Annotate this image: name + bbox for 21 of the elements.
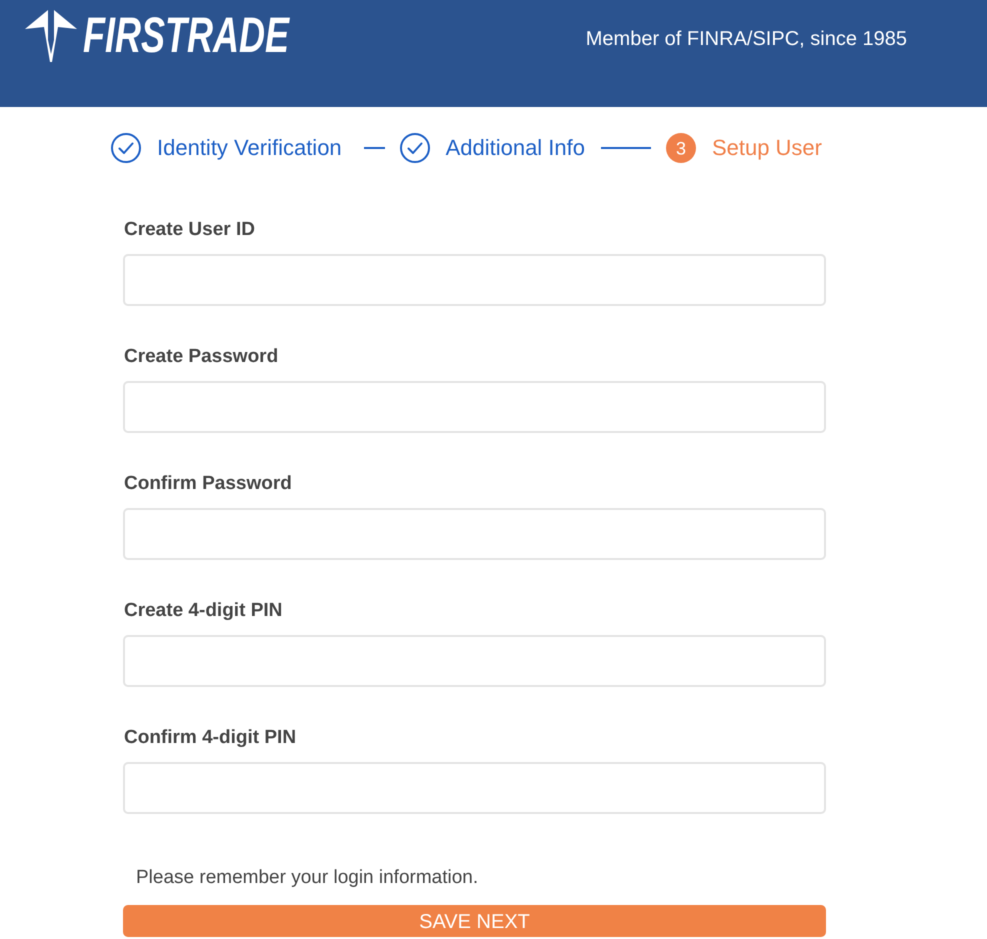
field-label: Create 4-digit PIN [123,599,282,623]
input-field[interactable] [123,381,826,433]
input-field[interactable] [123,635,826,687]
input-field[interactable] [123,762,826,814]
field-label: Confirm 4-digit PIN [123,726,296,750]
step-label: Setup User [712,134,822,162]
logo-arrow-icon [25,10,77,62]
step-label: Identity Verification [157,134,342,162]
tagline: Member of FINRA/SIPC, since 1985 [586,27,907,51]
field-label: Create User ID [123,218,255,242]
input-field[interactable] [123,254,826,306]
field-label: Confirm Password [123,472,292,496]
step-connector [364,147,385,149]
step-number-icon: 3 [666,133,696,163]
step-connector [601,147,651,149]
logo-text: FIRSTRADE [83,10,289,60]
info-note: Please remember your login information. [136,866,478,890]
step-label: Additional Info [446,134,585,162]
input-field[interactable] [123,508,826,560]
field-label: Create Password [123,345,278,369]
submit-button[interactable]: SAVE NEXT [123,905,826,937]
